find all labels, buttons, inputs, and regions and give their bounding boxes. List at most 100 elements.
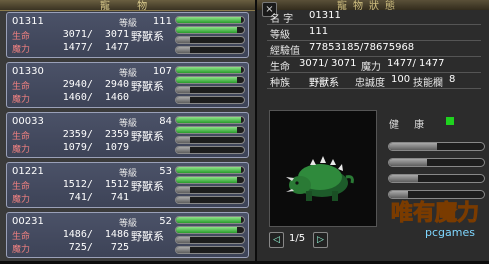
stat-bar	[175, 176, 245, 184]
stat-bar	[175, 196, 245, 204]
svg-text:pcgames: pcgames	[425, 226, 475, 239]
stat-bar-fill	[176, 87, 190, 93]
stat-bar-fill	[176, 167, 241, 173]
hp-value: 1486/ 1486	[62, 229, 129, 240]
stat-bar	[175, 66, 245, 74]
pet-type: 野獸系	[131, 80, 164, 93]
hp-value: 2940/ 2940	[62, 79, 129, 90]
pet-stat-bars	[175, 166, 245, 206]
pet-type: 野獸系	[131, 30, 164, 43]
stat-bar	[175, 236, 245, 244]
hp-label: 生命	[12, 32, 31, 42]
pet-id: 01330	[12, 66, 44, 77]
stat-bar	[175, 166, 245, 174]
status-bar	[388, 158, 485, 167]
exp-label: 經驗值	[270, 46, 300, 57]
exp-value: 77853185/78675968	[309, 42, 415, 53]
name-label: 名 字	[270, 14, 294, 25]
stat-bar-fill	[176, 147, 190, 153]
stat-bar	[175, 86, 245, 94]
pet-id: 01221	[12, 166, 44, 177]
pet-card[interactable]: 01221 等級 53 生命 魔力 1512/ 1512 741/ 741 野獸系	[6, 162, 249, 208]
hp-value: 1512/ 1512	[62, 179, 129, 190]
hp-label: 生命	[12, 232, 31, 242]
pet-card[interactable]: 01311 等級 111 生命 魔力 3071/ 3071 1477/ 1477 野獸系	[6, 12, 249, 58]
hp-label: 生命	[12, 132, 31, 142]
race-row: 种族 野獸系 忠誠度 100 技能欄 8	[267, 73, 481, 89]
level-value: 84	[159, 116, 172, 127]
level-value: 52	[159, 216, 172, 227]
pet-card[interactable]: 01330 等級 107 生命 魔力 2940/ 2940 1460/ 1460 野獸系	[6, 62, 249, 108]
exp-row: 經驗值 77853185/78675968	[267, 41, 481, 57]
svg-text:唯有魔力: 唯有魔力	[391, 200, 479, 226]
stat-bar-fill	[176, 17, 241, 23]
stat-bar-fill	[176, 77, 238, 83]
stat-bar	[175, 46, 245, 54]
pet-type: 野獸系	[131, 230, 164, 243]
stat-bar-fill	[176, 177, 238, 183]
mp-value: 1079/ 1079	[62, 142, 129, 153]
pet-card[interactable]: 00033 等級 84 生命 魔力 2359/ 2359 1079/ 1079 野獸系	[6, 112, 249, 158]
stat-bar-fill	[176, 117, 241, 123]
stat-bar-fill	[176, 217, 241, 223]
stat-bar-fill	[176, 97, 190, 103]
stat-bar-fill	[176, 187, 190, 193]
pet-id: 01311	[12, 16, 44, 27]
stat-bar-fill	[176, 137, 190, 143]
skill-value: 8	[449, 74, 456, 85]
mp-value: 1460/ 1460	[62, 92, 129, 103]
stat-bar	[175, 226, 245, 234]
pet-type: 野獸系	[131, 180, 164, 193]
stat-bar	[175, 126, 245, 134]
level-value: 53	[159, 166, 172, 177]
stat-bar	[175, 16, 245, 24]
stat-bar-fill	[176, 227, 238, 233]
stat-bar	[175, 186, 245, 194]
health-label: 健 康	[389, 120, 431, 131]
logo-art: 唯有魔力 pcgames	[391, 200, 480, 240]
status-bar	[388, 142, 485, 151]
level-value: 111	[309, 26, 329, 37]
level-label: 等級	[270, 30, 290, 41]
prev-page-button[interactable]: ◁	[269, 232, 284, 248]
hp-mp-row: 生命 3071/ 3071 魔力 1477/ 1477	[267, 57, 481, 73]
name-value: 01311	[309, 10, 341, 21]
mp-label: 魔力	[12, 145, 31, 155]
skill-label: 技能欄	[413, 78, 443, 89]
pet-status-panel: 寵物狀態 × 名 字 01311 等級 111 經驗值 77853185/786…	[257, 0, 489, 261]
status-bar-fill	[389, 175, 418, 182]
hp-label: 生命	[12, 182, 31, 192]
stat-bar-fill	[176, 37, 190, 43]
race-label: 种族	[270, 78, 290, 89]
pet-stat-bars	[175, 16, 245, 56]
stat-bar	[175, 136, 245, 144]
pet-list-title: 寵 物	[100, 1, 160, 12]
stat-bar-fill	[176, 127, 238, 133]
mp-label: 魔力	[12, 45, 31, 55]
page-indicator: 1/5	[289, 233, 306, 244]
race-value: 野獸系	[309, 78, 339, 89]
stat-bar	[175, 36, 245, 44]
boar-pet-image	[286, 156, 354, 201]
stat-bar-fill	[176, 67, 241, 73]
pet-list-panel: 寵 物 01311 等級 111 生命 魔力 3071/ 3071 1477/ 1477 野獸…	[0, 0, 255, 261]
stat-bar	[175, 76, 245, 84]
next-page-button[interactable]: ▷	[313, 232, 328, 248]
pet-id: 00231	[12, 216, 44, 227]
status-bar-fill	[389, 143, 437, 150]
stat-bar	[175, 116, 245, 124]
mp-value: 725/ 725	[62, 242, 129, 253]
pet-list-title-bar: 寵 物	[0, 0, 255, 12]
hp-value: 3071/ 3071	[299, 58, 357, 69]
status-bar	[388, 174, 485, 183]
hp-value: 2359/ 2359	[62, 129, 129, 140]
pet-card[interactable]: 00231 等級 52 生命 魔力 1486/ 1486 725/ 725 野獸系	[6, 212, 249, 258]
stat-bar-fill	[176, 27, 238, 33]
stat-bar-fill	[176, 247, 190, 253]
mp-value: 1477/ 1477	[387, 58, 445, 69]
mp-label: 魔力	[361, 62, 381, 73]
stat-bar-fill	[176, 47, 190, 53]
mp-label: 魔力	[12, 245, 31, 255]
stat-bar	[175, 246, 245, 254]
pet-stat-bars	[175, 216, 245, 256]
